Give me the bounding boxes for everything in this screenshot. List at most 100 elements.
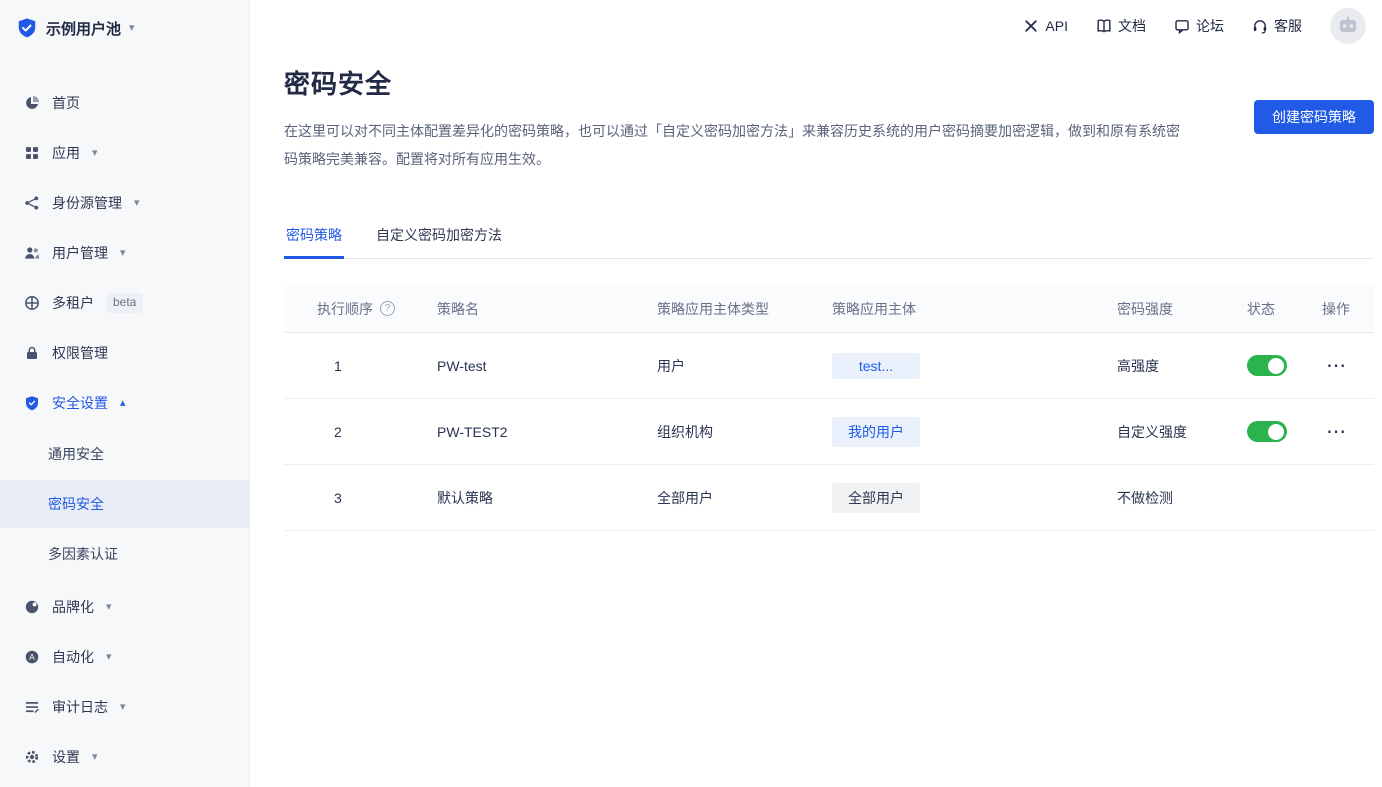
sidebar-item-label: 自动化	[52, 647, 94, 667]
table-row: 1 PW-test 用户 test... 高强度 ⋯	[284, 333, 1374, 399]
sidebar-subitem-mfa[interactable]: 多因素认证	[0, 530, 249, 578]
table-row: 3 默认策略 全部用户 全部用户 不做检测	[284, 465, 1374, 531]
apps-grid-icon	[24, 145, 40, 161]
lock-icon	[24, 345, 40, 361]
topbar-link-label: 论坛	[1196, 16, 1224, 36]
chevron-down-icon: ▾	[92, 752, 98, 763]
actions-cell: ⋯	[1304, 356, 1374, 376]
tab-password-policy[interactable]: 密码策略	[284, 225, 344, 258]
policy-table: 执行顺序 ? 策略名 策略应用主体类型 策略应用主体 密码强度 状态 操作 1 …	[284, 285, 1374, 531]
sidebar-item-branding[interactable]: 品牌化 ▾	[0, 584, 249, 630]
subject-cell: test...	[814, 353, 1099, 379]
api-icon	[1023, 18, 1039, 34]
help-icon[interactable]: ?	[380, 301, 395, 316]
page-description: 在这里可以对不同主体配置差异化的密码策略，也可以通过「自定义密码加密方法」来兼容…	[284, 117, 1189, 173]
sidebar-item-automation[interactable]: A 自动化 ▾	[0, 634, 249, 680]
sidebar-item-user-management[interactable]: 用户管理 ▾	[0, 230, 249, 276]
svg-text:A: A	[29, 652, 35, 662]
sidebar-subitem-general-security[interactable]: 通用安全	[0, 430, 249, 478]
header-subject: 策略应用主体	[814, 299, 1099, 319]
header-subject-type: 策略应用主体类型	[639, 299, 814, 319]
sidebar-subitem-label: 密码安全	[48, 494, 104, 514]
table-header-row: 执行顺序 ? 策略名 策略应用主体类型 策略应用主体 密码强度 状态 操作	[284, 285, 1374, 333]
actions-cell: ⋯	[1304, 422, 1374, 442]
forum-chat-icon	[1174, 18, 1190, 34]
sidebar-item-permissions[interactable]: 权限管理	[0, 330, 249, 376]
policy-name-cell: PW-TEST2	[419, 424, 639, 440]
chevron-down-icon: ▾	[120, 248, 126, 259]
status-cell	[1229, 355, 1304, 376]
topbar: API 文档 论坛 客服	[250, 0, 1382, 44]
subject-type-cell: 用户	[639, 356, 814, 376]
workspace-name: 示例用户池	[46, 18, 121, 39]
sidebar-item-label: 身份源管理	[52, 193, 122, 213]
page-header: 密码安全 在这里可以对不同主体配置差异化的密码策略，也可以通过「自定义密码加密方…	[284, 64, 1374, 173]
audit-log-icon	[24, 699, 40, 715]
topbar-link-forum[interactable]: 论坛	[1174, 16, 1224, 36]
main-area: API 文档 论坛 客服	[250, 0, 1382, 787]
create-policy-button[interactable]: 创建密码策略	[1254, 100, 1374, 134]
tab-custom-encryption[interactable]: 自定义密码加密方法	[374, 225, 504, 258]
sidebar-nav: 首页 应用 ▾ 身份源管理 ▾ 用户管理	[0, 56, 249, 787]
workspace-selector[interactable]: 示例用户池 ▾	[0, 0, 249, 56]
status-cell	[1229, 421, 1304, 442]
automation-icon: A	[24, 649, 40, 665]
sidebar-item-home[interactable]: 首页	[0, 80, 249, 126]
more-actions-button[interactable]: ⋯	[1322, 356, 1350, 376]
gear-icon	[24, 749, 40, 765]
topbar-link-api[interactable]: API	[1023, 18, 1068, 34]
more-actions-button[interactable]: ⋯	[1322, 422, 1350, 442]
header-status: 状态	[1229, 299, 1304, 319]
users-icon	[24, 245, 40, 261]
sidebar-subitem-label: 通用安全	[48, 444, 104, 464]
support-headset-icon	[1252, 18, 1268, 34]
subject-tag[interactable]: 我的用户	[832, 417, 920, 447]
sidebar-item-audit-logs[interactable]: 审计日志 ▾	[0, 684, 249, 730]
shield-icon	[24, 395, 40, 411]
strength-cell: 自定义强度	[1099, 422, 1229, 442]
sidebar-item-label: 审计日志	[52, 697, 108, 717]
topbar-link-support[interactable]: 客服	[1252, 16, 1302, 36]
order-cell: 3	[284, 490, 419, 506]
chevron-down-icon: ▾	[106, 602, 112, 613]
order-cell: 2	[284, 424, 419, 440]
sidebar-item-label: 设置	[52, 747, 80, 767]
subject-type-cell: 全部用户	[639, 488, 814, 508]
chevron-down-icon: ▾	[106, 652, 112, 663]
sidebar-item-security-settings[interactable]: 安全设置 ▴	[0, 380, 249, 426]
topbar-link-docs[interactable]: 文档	[1096, 16, 1146, 36]
sidebar-item-multi-tenant[interactable]: 多租户 beta	[0, 280, 249, 326]
page-header-text: 密码安全 在这里可以对不同主体配置差异化的密码策略，也可以通过「自定义密码加密方…	[284, 64, 1189, 173]
subject-tag[interactable]: test...	[832, 353, 920, 379]
sidebar-item-settings[interactable]: 设置 ▾	[0, 734, 249, 780]
sidebar-item-identity-sources[interactable]: 身份源管理 ▾	[0, 180, 249, 226]
status-toggle[interactable]	[1247, 421, 1287, 442]
topbar-link-label: 客服	[1274, 16, 1302, 36]
beta-badge: beta	[106, 293, 143, 313]
chevron-down-icon: ▾	[120, 702, 126, 713]
brand-icon	[24, 599, 40, 615]
sidebar-item-label: 品牌化	[52, 597, 94, 617]
topbar-link-label: 文档	[1118, 16, 1146, 36]
chevron-down-icon: ▾	[129, 23, 135, 34]
sidebar-item-label: 多租户	[52, 293, 94, 313]
chevron-up-icon: ▴	[120, 398, 126, 409]
tenant-globe-icon	[24, 295, 40, 311]
pie-chart-icon	[24, 95, 40, 111]
sidebar-subitem-password-security[interactable]: 密码安全	[0, 480, 249, 528]
sidebar-item-label: 应用	[52, 143, 80, 163]
strength-cell: 不做检测	[1099, 488, 1229, 508]
app-root: 示例用户池 ▾ 首页 应用 ▾ 身份源管理	[0, 0, 1382, 787]
topbar-link-label: API	[1045, 18, 1068, 34]
sidebar-item-apps[interactable]: 应用 ▾	[0, 130, 249, 176]
page-content: 密码安全 在这里可以对不同主体配置差异化的密码策略，也可以通过「自定义密码加密方…	[250, 44, 1382, 787]
sidebar-item-label: 权限管理	[52, 343, 108, 363]
chevron-down-icon: ▾	[92, 148, 98, 159]
status-toggle[interactable]	[1247, 355, 1287, 376]
user-avatar[interactable]	[1330, 8, 1366, 44]
tab-bar: 密码策略 自定义密码加密方法	[284, 225, 1374, 259]
sidebar: 示例用户池 ▾ 首页 应用 ▾ 身份源管理	[0, 0, 250, 787]
share-nodes-icon	[24, 195, 40, 211]
docs-book-icon	[1096, 18, 1112, 34]
subject-cell: 我的用户	[814, 417, 1099, 447]
